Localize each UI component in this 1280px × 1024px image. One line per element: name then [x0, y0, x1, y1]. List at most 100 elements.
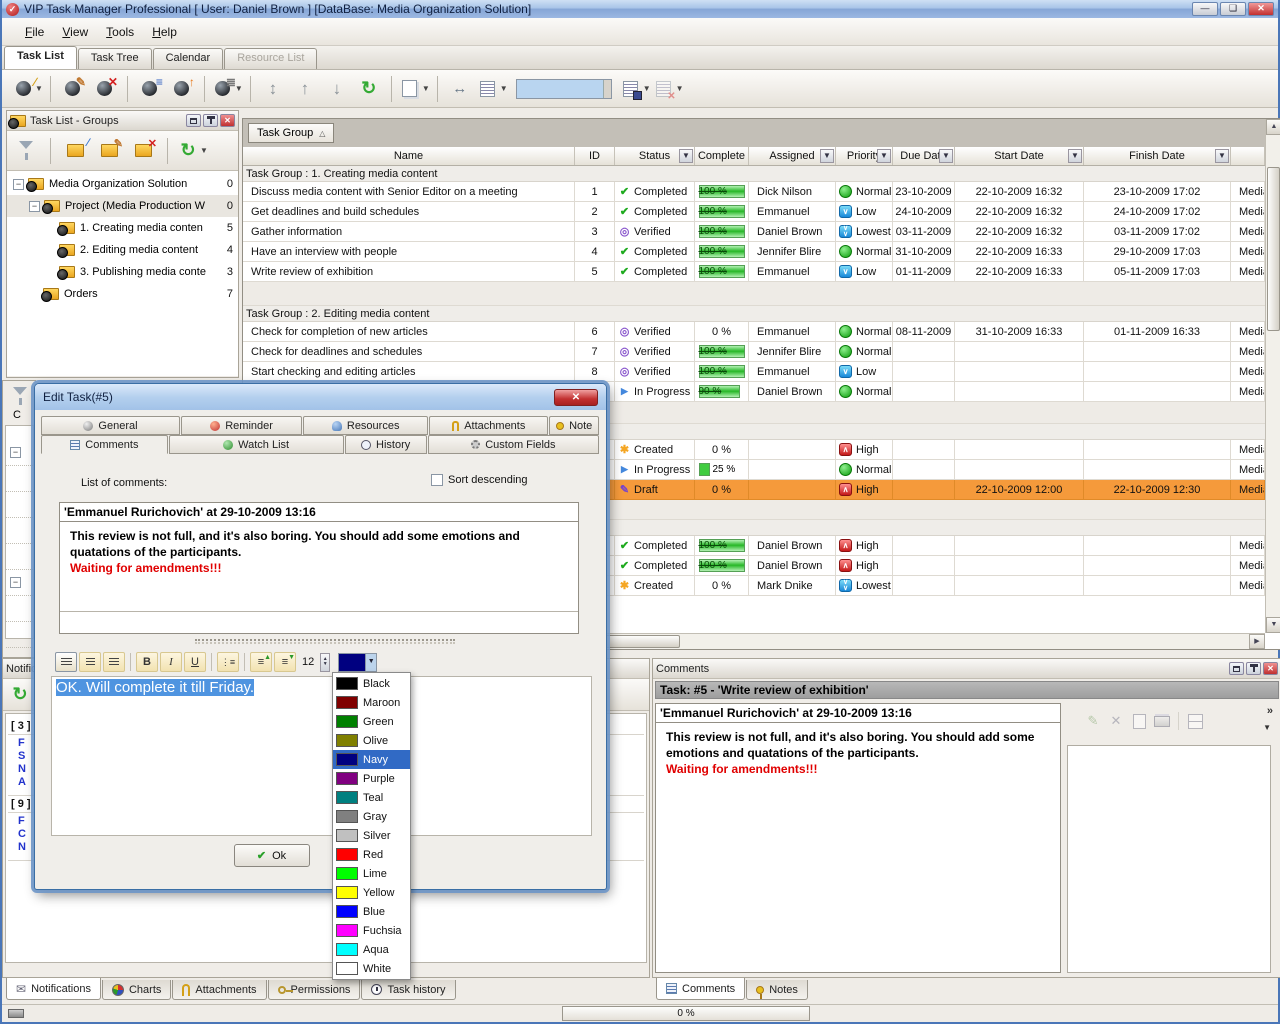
preview-comment-button[interactable] — [1129, 711, 1149, 731]
task-group-button[interactable]: Task Group △ — [248, 123, 334, 143]
dialog-tab-resources[interactable]: Resources — [303, 416, 428, 435]
panel-restore-button[interactable] — [186, 114, 201, 127]
align-center-button[interactable] — [79, 652, 101, 672]
tree-item[interactable]: 2. Editing media content4 — [7, 239, 238, 261]
refresh-notifications-icon[interactable] — [9, 684, 31, 706]
gantt-view-button[interactable]: ▼ — [212, 74, 243, 104]
color-option-teal[interactable]: Teal — [333, 788, 410, 807]
menu-tools[interactable]: Tools — [97, 22, 143, 42]
column-header-complete[interactable]: Complete — [695, 147, 749, 165]
underline-button[interactable]: U — [184, 652, 206, 672]
edit-group-button[interactable] — [94, 136, 124, 166]
expand-collapse-button[interactable] — [258, 74, 288, 104]
align-right-button[interactable] — [103, 652, 125, 672]
bold-button[interactable]: B — [136, 652, 158, 672]
task-row[interactable]: Check for completion of new articles6◎Ve… — [243, 322, 1280, 342]
menu-help[interactable]: Help — [143, 22, 186, 42]
add-group-button[interactable] — [60, 136, 90, 166]
delete-task-button[interactable] — [90, 74, 120, 104]
panel-close-button[interactable] — [1263, 662, 1278, 675]
color-option-olive[interactable]: Olive — [333, 731, 410, 750]
delete-group-button[interactable] — [128, 136, 158, 166]
dialog-tab-note[interactable]: Note — [549, 416, 599, 435]
duplicate-task-button[interactable] — [135, 74, 165, 104]
tree-item[interactable]: 3. Publishing media conte3 — [7, 261, 238, 283]
minimize-button[interactable]: — — [1192, 2, 1218, 16]
approve-comment-button[interactable] — [1083, 711, 1103, 731]
clear-view-button[interactable]: ▼ — [653, 74, 684, 104]
sort-descending-checkbox[interactable] — [431, 474, 443, 486]
color-option-gray[interactable]: Gray — [333, 807, 410, 826]
color-option-black[interactable]: Black — [333, 674, 410, 693]
column-header-name[interactable]: Name — [243, 147, 575, 165]
split-comment-button[interactable] — [1185, 711, 1205, 731]
ok-button[interactable]: ✔ Ok — [234, 844, 310, 867]
color-option-aqua[interactable]: Aqua — [333, 940, 410, 959]
dialog-close-button[interactable]: ✕ — [554, 389, 598, 406]
filter-dropdown-icon[interactable]: ▼ — [679, 149, 693, 163]
spacing-down-button[interactable]: ≡ — [274, 652, 296, 672]
collapse-icon[interactable]: − — [13, 179, 24, 190]
menu-view[interactable]: View — [53, 22, 97, 42]
tab-task-tree[interactable]: Task Tree — [78, 48, 152, 69]
filter-dropdown-icon[interactable]: ▼ — [877, 149, 891, 163]
column-header-finish-date[interactable]: Finish Date▼ — [1084, 147, 1231, 165]
color-option-navy[interactable]: Navy — [333, 750, 410, 769]
menu-file[interactable]: File — [16, 22, 53, 42]
task-row[interactable]: Gather information3◎Verified100 %Daniel … — [243, 222, 1280, 242]
scroll-up-arrow[interactable]: ▲ — [1266, 119, 1280, 135]
collapse-icon[interactable]: − — [10, 447, 21, 458]
comment-input-area[interactable] — [1067, 745, 1271, 973]
filter-icon[interactable] — [9, 385, 31, 407]
color-option-purple[interactable]: Purple — [333, 769, 410, 788]
font-color-button[interactable]: ▼ — [338, 653, 377, 672]
move-task-up-button[interactable] — [167, 74, 197, 104]
bottom-tab-notes[interactable]: Notes — [746, 980, 808, 1000]
color-option-blue[interactable]: Blue — [333, 902, 410, 921]
color-option-green[interactable]: Green — [333, 712, 410, 731]
filter-dropdown-icon[interactable]: ▼ — [820, 149, 834, 163]
bottom-tab-comments[interactable]: Comments — [656, 978, 745, 1000]
comment-editor-textarea[interactable]: OK. Will complete it till Friday. — [51, 676, 592, 836]
column-header-start-date[interactable]: Start Date▼ — [955, 147, 1084, 165]
filter-dropdown-icon[interactable]: ▼ — [939, 149, 953, 163]
color-option-yellow[interactable]: Yellow — [333, 883, 410, 902]
refresh-view-button[interactable] — [354, 74, 384, 104]
scroll-right-arrow[interactable]: ▶ — [1249, 634, 1265, 649]
copy-tasks-button[interactable]: ▼ — [399, 74, 430, 104]
color-option-red[interactable]: Red — [333, 845, 410, 864]
task-row[interactable]: Start checking and editing articles8◎Ver… — [243, 362, 1280, 382]
panel-close-button[interactable] — [220, 114, 235, 127]
bottom-tab-task-history[interactable]: Task history — [361, 980, 455, 1000]
task-row[interactable]: Check for deadlines and schedules7◎Verif… — [243, 342, 1280, 362]
edit-task-button[interactable] — [58, 74, 88, 104]
dialog-tab-custom-fields[interactable]: Custom Fields — [428, 435, 599, 454]
tab-resource-list[interactable]: Resource List — [224, 48, 317, 69]
tree-item[interactable]: Orders7 — [7, 283, 238, 305]
column-header-due-date[interactable]: Due Date▼ — [893, 147, 955, 165]
maximize-button[interactable]: ❑ — [1220, 2, 1246, 16]
print-comment-button[interactable] — [1152, 711, 1172, 731]
dialog-tab-general[interactable]: General — [41, 416, 180, 435]
task-row[interactable]: Get deadlines and build schedules2✔Compl… — [243, 202, 1280, 222]
bottom-tab-notifications[interactable]: ✉Notifications — [6, 978, 101, 1000]
fit-columns-button[interactable] — [445, 74, 475, 104]
color-option-lime[interactable]: Lime — [333, 864, 410, 883]
tree-item[interactable]: 1. Creating media conten5 — [7, 217, 238, 239]
collapse-icon[interactable]: − — [10, 577, 21, 588]
column-header-priority[interactable]: Priority▼ — [836, 147, 893, 165]
tab-calendar[interactable]: Calendar — [153, 48, 224, 69]
tree-item[interactable]: −Media Organization Solution0 — [7, 173, 238, 195]
tab-task-list[interactable]: Task List — [4, 46, 77, 69]
dialog-tab-history[interactable]: History — [345, 435, 427, 454]
color-option-maroon[interactable]: Maroon — [333, 693, 410, 712]
column-header-id[interactable]: ID — [575, 147, 615, 165]
color-dropdown-arrow-icon[interactable]: ▼ — [365, 654, 376, 671]
column-header-status[interactable]: Status▼ — [615, 147, 695, 165]
scroll-down-button[interactable] — [322, 74, 352, 104]
spacing-up-button[interactable]: ≡ — [250, 652, 272, 672]
delete-comment-button[interactable] — [1106, 711, 1126, 731]
dialog-tab-comments[interactable]: Comments — [41, 435, 168, 454]
task-row[interactable]: Write review of exhibition5✔Completed100… — [243, 262, 1280, 282]
task-row[interactable]: Have an interview with people4✔Completed… — [243, 242, 1280, 262]
